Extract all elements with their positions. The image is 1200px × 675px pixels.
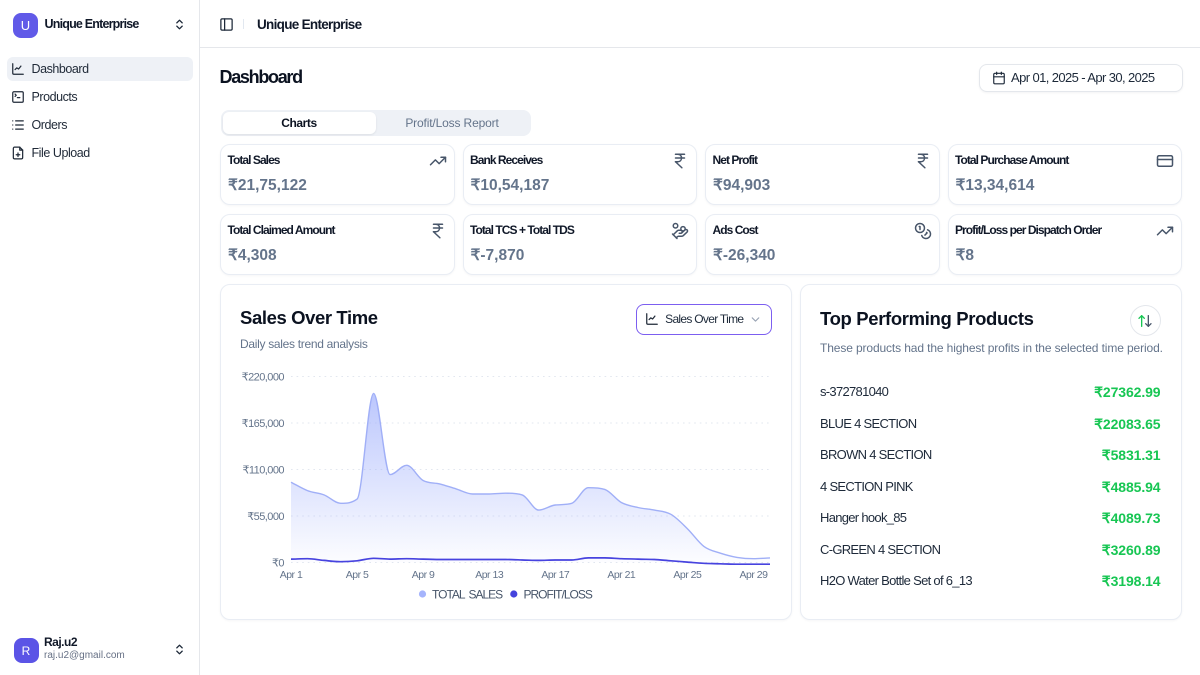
svg-text:Apr 9: Apr 9 — [412, 569, 435, 581]
svg-text:Apr 29: Apr 29 — [740, 569, 769, 581]
svg-text:₹220,000: ₹220,000 — [242, 372, 285, 384]
svg-text:TOTAL SALES: TOTAL SALES — [432, 588, 503, 602]
svg-text:Apr 17: Apr 17 — [541, 569, 570, 581]
svg-text:₹110,000: ₹110,000 — [242, 465, 284, 477]
svg-text:Apr 5: Apr 5 — [346, 569, 369, 581]
svg-text:Apr 21: Apr 21 — [607, 569, 636, 581]
svg-text:Apr 1: Apr 1 — [280, 569, 303, 581]
svg-text:PROFIT/LOSS: PROFIT/LOSS — [524, 588, 593, 602]
svg-text:₹165,000: ₹165,000 — [242, 418, 285, 430]
svg-text:Apr 25: Apr 25 — [673, 569, 702, 581]
svg-text:₹55,000: ₹55,000 — [247, 511, 284, 523]
svg-text:Apr 13: Apr 13 — [475, 569, 504, 581]
svg-text:₹0: ₹0 — [272, 558, 284, 570]
